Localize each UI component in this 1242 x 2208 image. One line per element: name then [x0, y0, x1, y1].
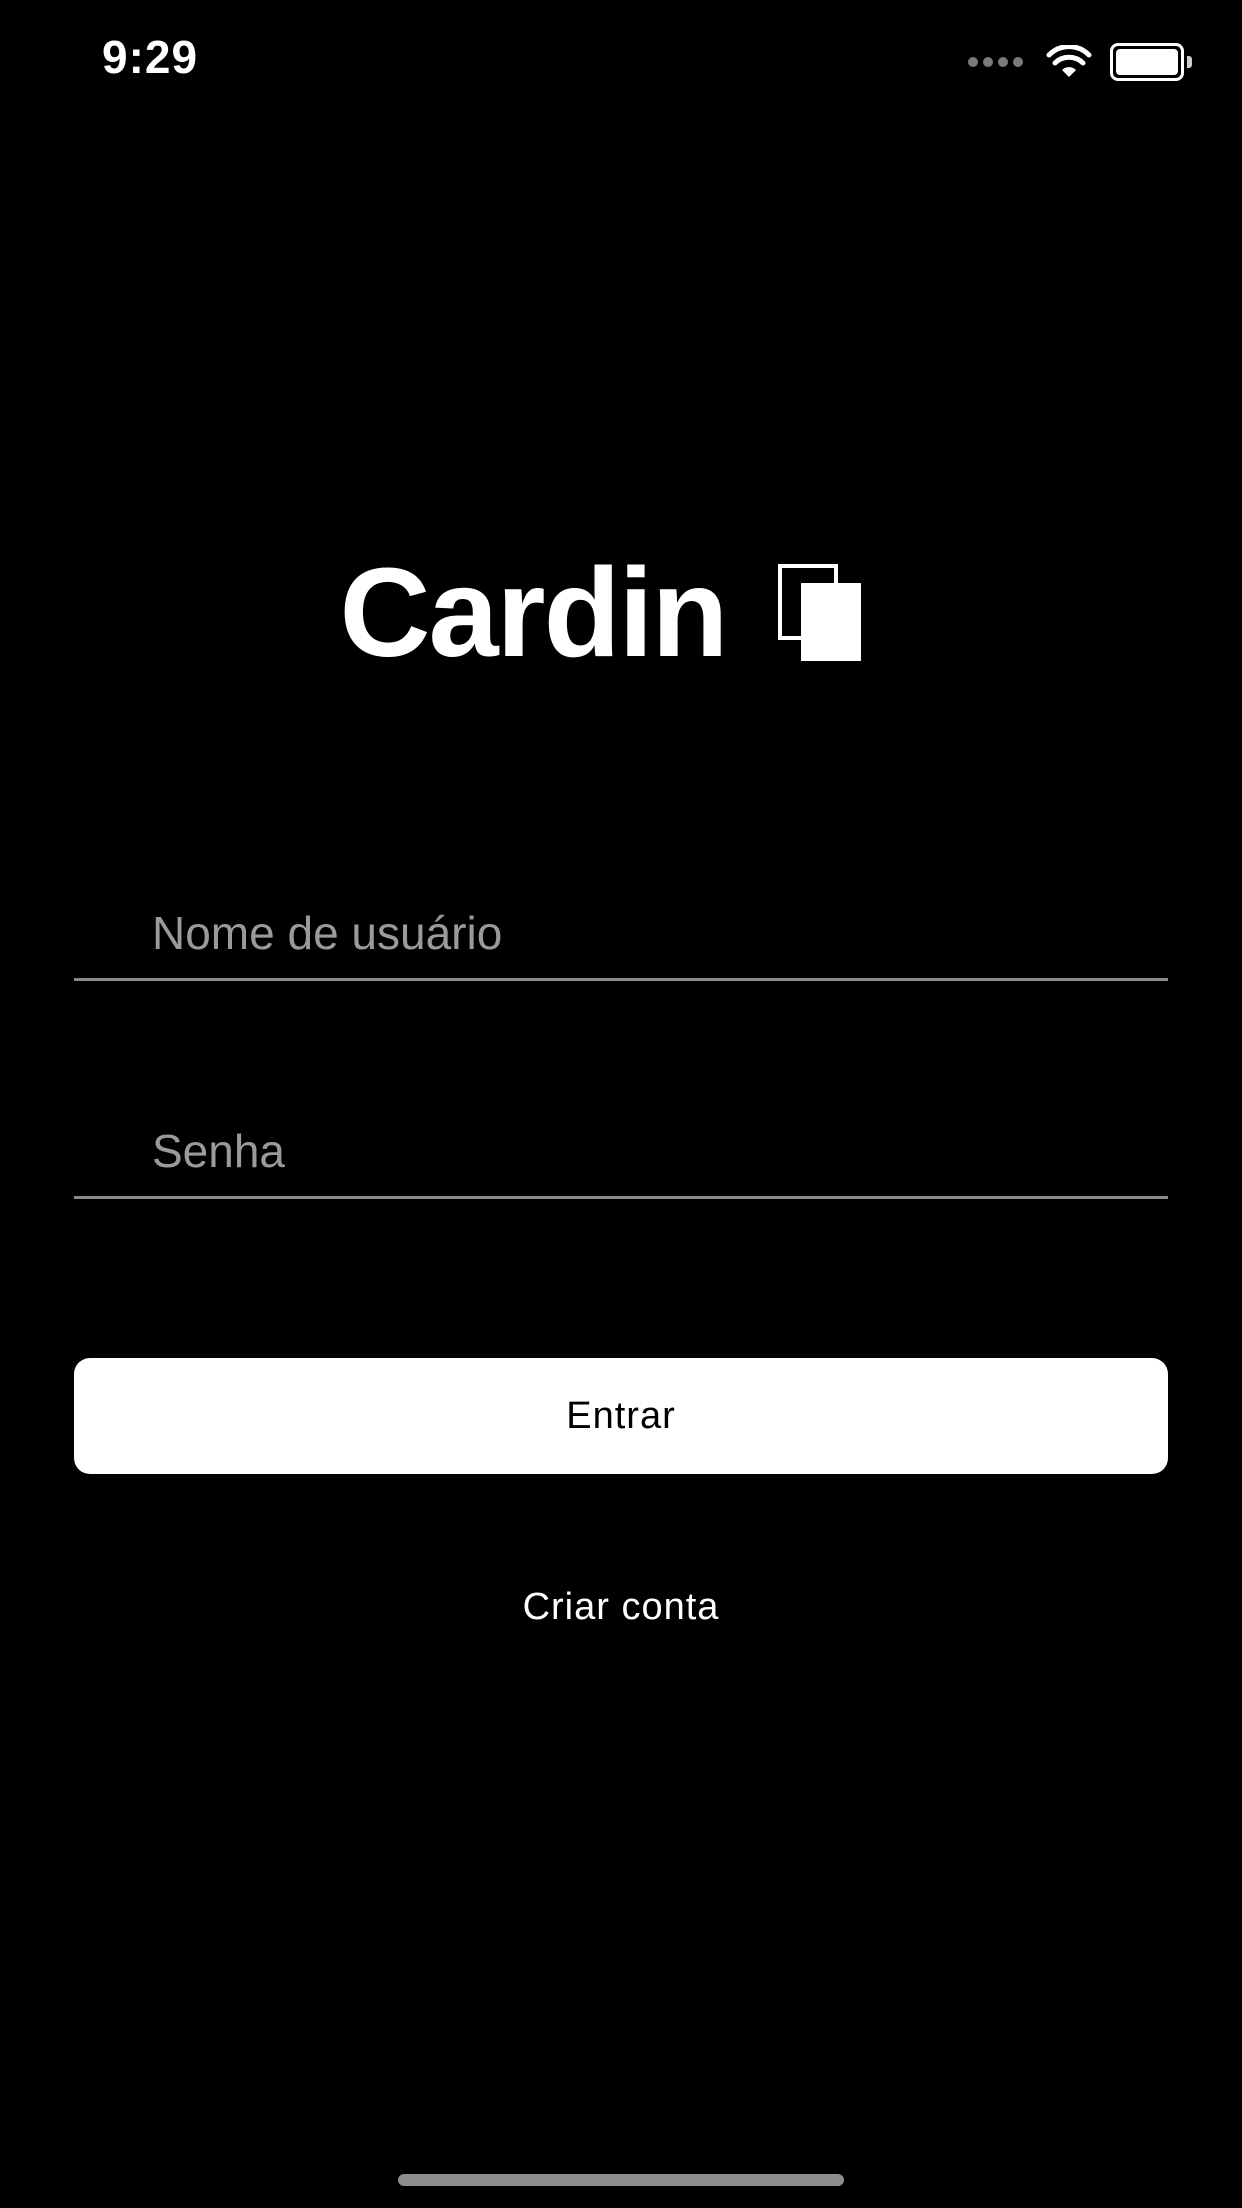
password-input[interactable] [74, 1106, 1168, 1196]
wifi-icon [1046, 45, 1092, 77]
username-field-container [74, 888, 1168, 981]
cellular-signal-icon [968, 57, 1028, 67]
status-bar: 9:29 [0, 0, 1242, 130]
stacked-cards-icon [777, 564, 861, 661]
logo-text: Cardin [339, 542, 728, 683]
app-logo: Cardin [0, 550, 1242, 676]
home-indicator[interactable] [398, 2174, 844, 2186]
password-field-container [74, 1106, 1168, 1199]
create-account-link[interactable]: Criar conta [0, 1586, 1242, 1629]
login-button[interactable]: Entrar [74, 1358, 1168, 1474]
username-input[interactable] [74, 888, 1168, 978]
status-icons [968, 42, 1192, 82]
status-time: 9:29 [102, 31, 199, 83]
battery-icon [1110, 43, 1192, 81]
